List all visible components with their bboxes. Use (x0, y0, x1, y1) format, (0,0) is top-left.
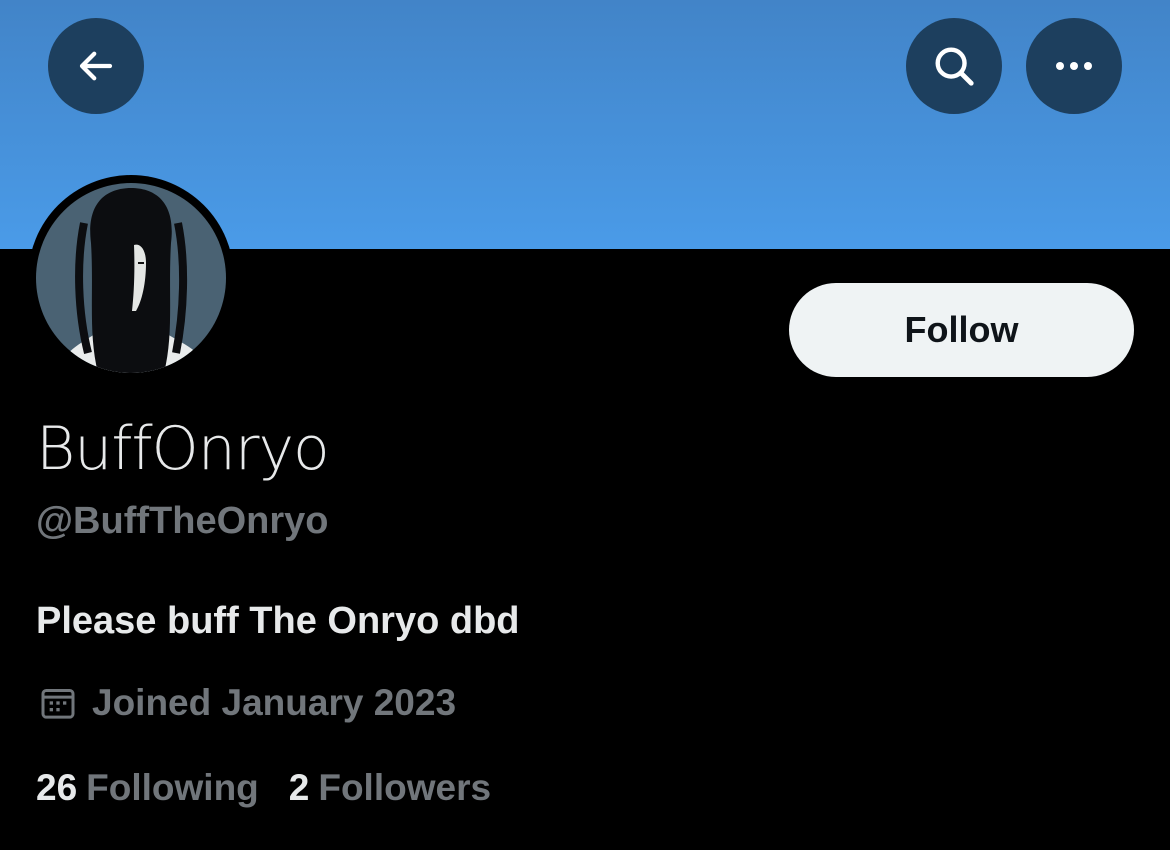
back-button[interactable] (48, 18, 144, 114)
avatar-frame (28, 175, 234, 381)
profile-bio: Please buff The Onryo dbd (36, 600, 520, 642)
follow-button[interactable]: Follow (789, 283, 1134, 377)
display-name: BuffOnryo (36, 414, 330, 484)
calendar-icon (41, 689, 75, 719)
joined-date-row: Joined January 2023 (38, 682, 456, 724)
followers-link[interactable]: 2 Followers (289, 767, 491, 809)
followers-count: 2 (288, 767, 310, 808)
follow-stats: 26 Following 2 Followers (36, 767, 521, 809)
avatar[interactable] (36, 183, 226, 373)
search-button[interactable] (906, 18, 1002, 114)
more-horizontal-icon (1056, 62, 1092, 70)
more-options-button[interactable] (1026, 18, 1122, 114)
user-handle: @BuffTheOnryo (36, 500, 329, 542)
followers-label: Followers (318, 767, 492, 808)
following-link[interactable]: 26 Following (36, 767, 259, 809)
following-label: Following (86, 767, 259, 808)
joined-date: Joined January 2023 (92, 682, 457, 723)
search-icon (935, 47, 974, 86)
arrow-left-icon (79, 51, 113, 81)
following-count: 26 (36, 767, 78, 808)
